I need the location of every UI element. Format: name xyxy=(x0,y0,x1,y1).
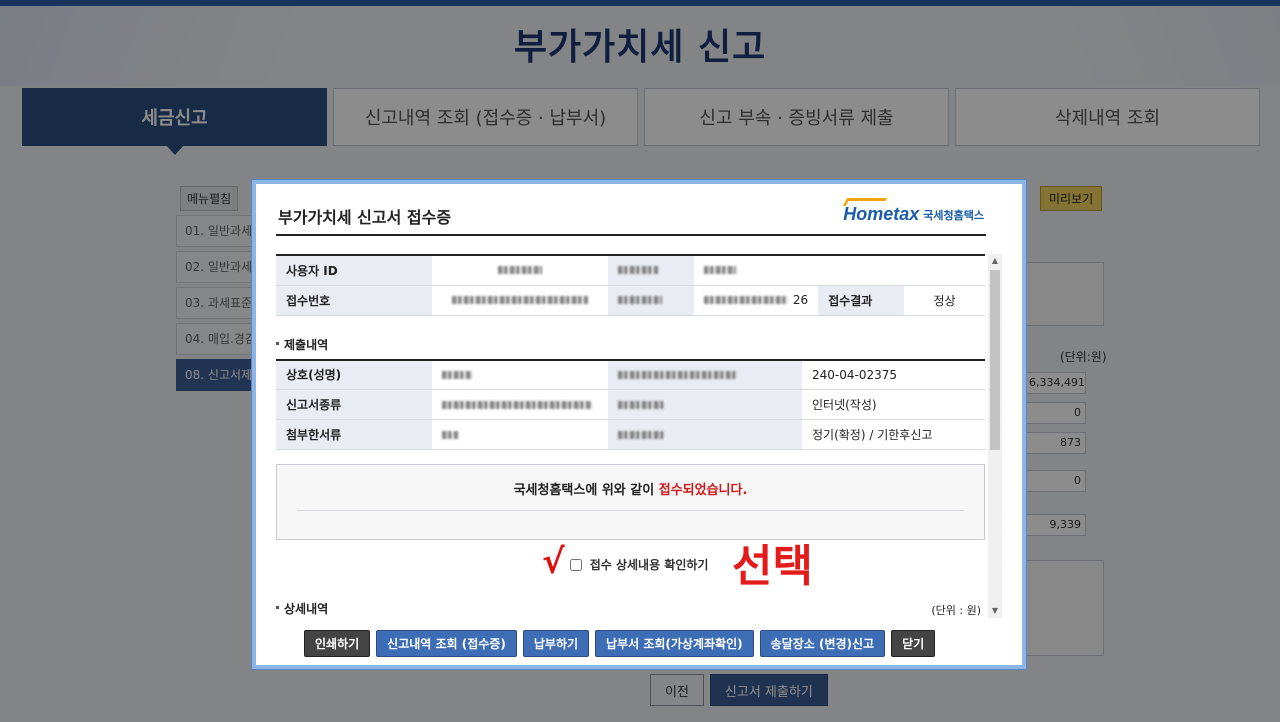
scrollbar-thumb[interactable] xyxy=(990,270,1000,450)
label-receipt-result: 접수결과 xyxy=(818,285,905,316)
receipt-notice-message: 국세청홈택스에 위와 같이 접수되었습니다. xyxy=(513,483,748,498)
receipt-notice-highlight: 접수되었습니다. xyxy=(658,483,748,498)
table-row: 사용자 ID xyxy=(276,255,985,286)
address-change-button[interactable]: 송달장소 (변경)신고 xyxy=(759,630,886,657)
masked-value xyxy=(694,255,985,286)
masked-value xyxy=(432,255,608,286)
table-row: 첨부한서류 정기(확정) / 기한후신고 xyxy=(276,419,985,450)
filing-history-button[interactable]: 신고내역 조회 (접수증) xyxy=(376,630,517,657)
payment-inquiry-button[interactable]: 납부서 조회(가상계좌확인) xyxy=(595,630,754,657)
table-row: 신고서종류 인터넷(작성) xyxy=(276,389,985,420)
confirm-details-label[interactable]: 접수 상세내용 확인하기 xyxy=(590,558,709,572)
detail-unit-label: (단위 : 원) xyxy=(931,604,981,617)
label-return-type: 신고서종류 xyxy=(276,389,432,420)
receipt-modal: 부가가치세 신고서 접수증 Hometax 국세청홈택스 사용자 ID 접수번호… xyxy=(252,180,1026,669)
label-receipt-number: 접수번호 xyxy=(276,285,432,316)
masked-label xyxy=(608,255,694,286)
table-row: 상호(성명) 240-04-02375 xyxy=(276,359,985,390)
modal-scroll-area[interactable]: 사용자 ID 접수번호 26 접수결과 정상 제출내역 상호(성명) 240-0… xyxy=(276,244,1002,618)
receipt-number-value: 26 xyxy=(694,285,819,316)
masked-label xyxy=(608,419,802,450)
filing-category: 정기(확정) / 기한후신고 xyxy=(802,419,985,450)
label-user-id: 사용자 ID xyxy=(276,255,432,286)
pay-button[interactable]: 납부하기 xyxy=(522,630,590,657)
label-business-name: 상호(성명) xyxy=(276,359,432,390)
confirm-details-row: √ 접수 상세내용 확인하기 xyxy=(276,542,1002,582)
masked-label xyxy=(608,359,802,390)
masked-value xyxy=(432,285,608,316)
hometax-logo-sub: 국세청홈택스 xyxy=(923,209,984,222)
submission-method: 인터넷(작성) xyxy=(802,389,985,420)
masked-value xyxy=(432,419,608,450)
scroll-up-icon[interactable]: ▲ xyxy=(988,254,1002,268)
close-button[interactable]: 닫기 xyxy=(891,630,936,657)
masked-label xyxy=(608,389,802,420)
divider xyxy=(297,510,964,511)
submission-table: 상호(성명) 240-04-02375 신고서종류 인터넷(작성) 첨부한서류 … xyxy=(276,358,985,450)
registration-number: 240-04-02375 xyxy=(802,359,985,390)
hometax-logo: Hometax 국세청홈택스 xyxy=(842,198,984,225)
modal-header: 부가가치세 신고서 접수증 Hometax 국세청홈택스 xyxy=(276,198,986,236)
modal-title: 부가가치세 신고서 접수증 xyxy=(278,208,452,227)
detail-section-header: 상세내역 (단위 : 원) xyxy=(276,600,985,618)
hometax-logo-icon: Hometax xyxy=(842,198,919,225)
select-annotation: 선택 xyxy=(732,541,813,592)
masked-value xyxy=(432,389,608,420)
print-button[interactable]: 인쇄하기 xyxy=(304,630,371,657)
section-title-details: 상세내역 xyxy=(276,600,328,617)
receipt-result-value: 정상 xyxy=(904,285,985,316)
masked-value xyxy=(432,359,608,390)
confirm-details-checkbox[interactable] xyxy=(569,559,582,571)
label-attached-docs: 첨부한서류 xyxy=(276,419,432,450)
modal-button-row: 인쇄하기 신고내역 조회 (접수증) 납부하기 납부서 조회(가상계좌확인) 송… xyxy=(304,630,936,657)
receipt-notice-box: 국세청홈택스에 위와 같이 접수되었습니다. xyxy=(276,464,985,540)
section-title-submission: 제출내역 xyxy=(276,336,1002,353)
scroll-down-icon[interactable]: ▼ xyxy=(988,604,1002,618)
modal-scrollbar[interactable]: ▲ ▼ xyxy=(988,254,1002,618)
user-info-table: 사용자 ID 접수번호 26 접수결과 정상 xyxy=(276,254,985,316)
masked-label xyxy=(608,285,694,316)
check-annotation: √ xyxy=(542,542,565,582)
table-row: 접수번호 26 접수결과 정상 xyxy=(276,285,985,316)
